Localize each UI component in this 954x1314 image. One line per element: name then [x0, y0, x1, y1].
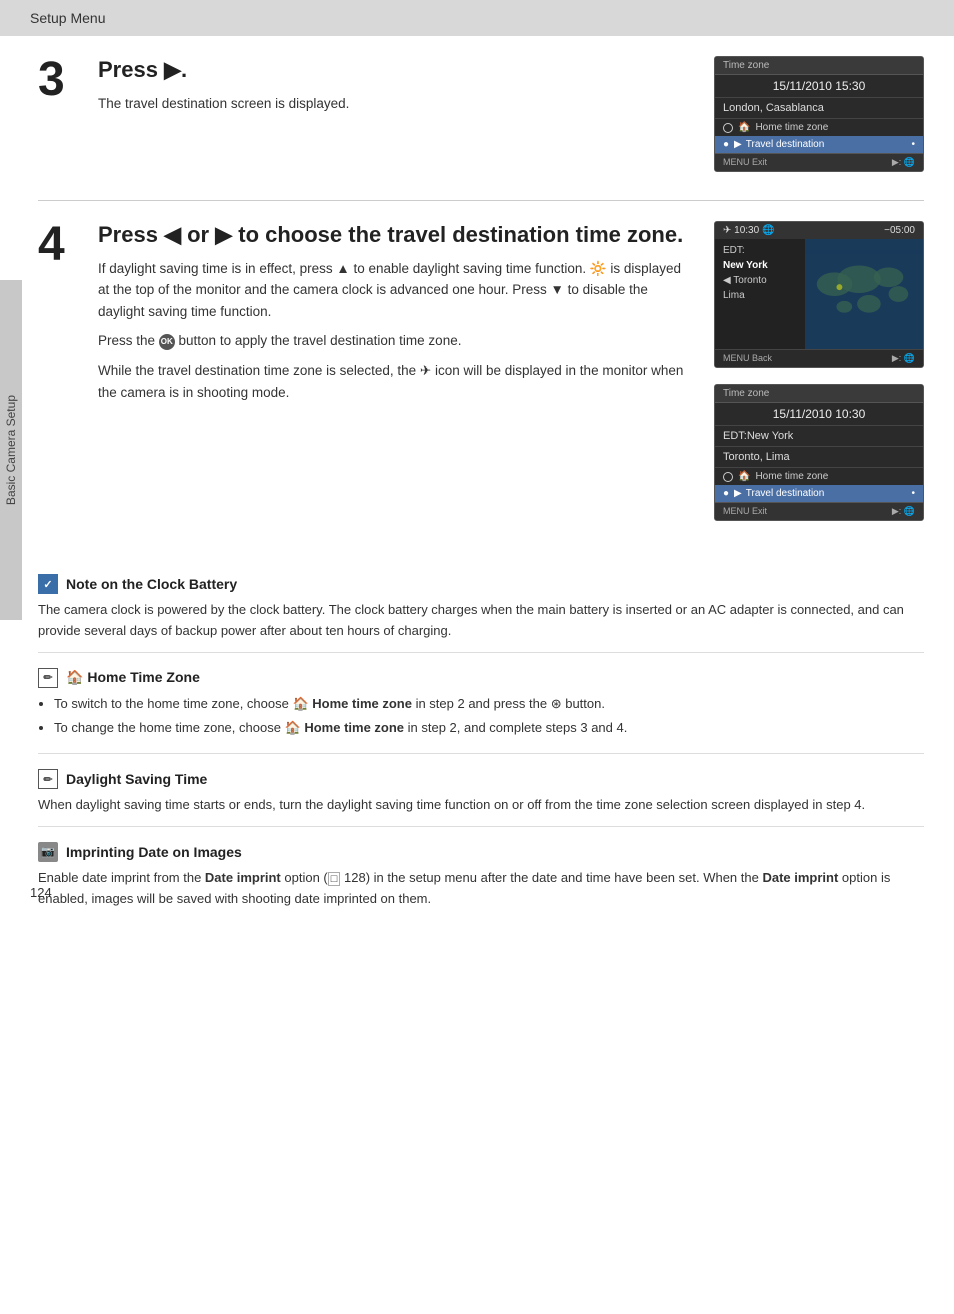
- radio-icon-2: [723, 472, 733, 482]
- step3-arrow: ▶: [164, 57, 181, 82]
- note-dst-icon: ✏: [38, 769, 58, 789]
- travel-arrow-icon: ▶: [734, 139, 742, 150]
- cam-ui-2-header: Time zone: [715, 385, 923, 403]
- cam-ui-map-header: ✈ 10:30 🌐 −05:00: [715, 222, 923, 239]
- selected-dot: ●: [723, 139, 729, 150]
- step4-desc3: While the travel destination time zone i…: [98, 360, 694, 403]
- note-clock-section: ✓ Note on the Clock Battery The camera c…: [38, 559, 924, 653]
- cam-ui-map-visual: [805, 239, 923, 349]
- travel-arrow-icon-2: ▶: [734, 488, 742, 499]
- cam-ui-2-row1: 🏠 Home time zone: [715, 468, 923, 485]
- cam-ui-1: Time zone 15/11/2010 15:30 London, Casab…: [714, 56, 924, 172]
- cam-ui-1-footer: MENU Exit ▶: 🌐: [715, 153, 923, 171]
- cam-ui-2-footer: MENU Exit ▶: 🌐: [715, 502, 923, 520]
- step3-content: Press ▶. The travel destination screen i…: [98, 56, 694, 180]
- note-clock-body: The camera clock is powered by the clock…: [38, 600, 924, 642]
- note-home-bullet1: To switch to the home time zone, choose …: [54, 694, 924, 715]
- ok-btn-inline: OK: [159, 334, 175, 350]
- cam-ui-map-list: EDT: New York ◀ Toronto Lima: [715, 239, 805, 349]
- page-number: 124: [30, 885, 52, 900]
- cam-ui-2-date: 15/11/2010 10:30: [715, 403, 923, 426]
- step3-title: Press ▶.: [98, 56, 694, 85]
- note-home-section: ✏ 🏠 🏠 Home Time ZoneHome Time Zone To sw…: [38, 653, 924, 755]
- cam-ui-1-date: 15/11/2010 15:30: [715, 75, 923, 98]
- dot-indicator-2: •: [911, 488, 915, 499]
- cam-ui-1-header: Time zone: [715, 57, 923, 75]
- step3-image: Time zone 15/11/2010 15:30 London, Casab…: [714, 56, 924, 180]
- note-imprint-icon: 📷: [38, 842, 58, 862]
- city-newyork: New York: [719, 258, 801, 273]
- note-home-title: ✏ 🏠 🏠 Home Time ZoneHome Time Zone: [38, 668, 924, 688]
- cam-ui-1-location: London, Casablanca: [715, 98, 923, 119]
- cam-ui-2-location2: Toronto, Lima: [715, 447, 923, 468]
- selected-dot-2: ●: [723, 488, 729, 499]
- dot-indicator: •: [911, 139, 915, 150]
- cam-ui-1-row2: ● ▶ Travel destination •: [715, 136, 923, 153]
- home-time-zone-bold-2: 🏠 Home time zone: [285, 720, 404, 735]
- city-edt: EDT:: [719, 243, 801, 258]
- step4-desc2: Press the OK button to apply the travel …: [98, 330, 694, 352]
- step4-desc: If daylight saving time is in effect, pr…: [98, 258, 694, 404]
- step4-number: 4: [38, 221, 78, 529]
- note-imprint-title: 📷 Imprinting Date on Images: [38, 842, 924, 862]
- date-imprint-bold-1: Date imprint: [205, 870, 281, 885]
- note-dst-body: When daylight saving time starts or ends…: [38, 795, 924, 816]
- note-clock-title: ✓ Note on the Clock Battery: [38, 574, 924, 594]
- note-home-icon: ✏: [38, 668, 58, 688]
- home-time-zone-bold-1: 🏠 Home time zone: [292, 696, 411, 711]
- radio-icon-1: [723, 123, 733, 133]
- city-lima: Lima: [719, 288, 801, 303]
- step4-section: 4 Press ◀ or ▶ to choose the travel dest…: [38, 201, 924, 549]
- cam-ui-2: Time zone 15/11/2010 10:30 EDT:New York …: [714, 384, 924, 521]
- cam-ui-map-footer: MENU Back ▶: 🌐: [715, 349, 923, 367]
- note-home-bullet2: To change the home time zone, choose 🏠 H…: [54, 718, 924, 739]
- header-bar: Setup Menu: [0, 0, 954, 36]
- note-imprint-body: Enable date imprint from the Date imprin…: [38, 868, 924, 910]
- note-dst-title: ✏ Daylight Saving Time: [38, 769, 924, 789]
- note-dst-section: ✏ Daylight Saving Time When daylight sav…: [38, 754, 924, 827]
- cam-ui-2-location1: EDT:New York: [715, 426, 923, 447]
- world-map-svg: [805, 239, 923, 349]
- step3-desc: The travel destination screen is display…: [98, 93, 694, 115]
- note-clock-icon: ✓: [38, 574, 58, 594]
- step4-desc1: If daylight saving time is in effect, pr…: [98, 258, 694, 323]
- step3-section: 3 Press ▶. The travel destination screen…: [38, 36, 924, 201]
- cam-ui-2-row2: ● ▶ Travel destination •: [715, 485, 923, 502]
- home-icon-1: 🏠: [738, 122, 750, 133]
- cam-ui-1-row1: 🏠 Home time zone: [715, 119, 923, 136]
- header-title: Setup Menu: [30, 10, 106, 26]
- note-home-body: To switch to the home time zone, choose …: [38, 694, 924, 740]
- note-imprint-section: 📷 Imprinting Date on Images Enable date …: [38, 827, 924, 920]
- step4-images: ✈ 10:30 🌐 −05:00 EDT: New York ◀ Toronto…: [714, 221, 924, 529]
- home-icon-2: 🏠: [738, 471, 750, 482]
- cam-ui-map-body: EDT: New York ◀ Toronto Lima: [715, 239, 923, 349]
- date-imprint-bold-2: Date imprint: [762, 870, 838, 885]
- city-toronto: ◀ Toronto: [719, 273, 801, 288]
- cam-ui-map: ✈ 10:30 🌐 −05:00 EDT: New York ◀ Toronto…: [714, 221, 924, 368]
- step4-content: Press ◀ or ▶ to choose the travel destin…: [98, 221, 694, 529]
- step4-title: Press ◀ or ▶ to choose the travel destin…: [98, 221, 694, 250]
- step3-number: 3: [38, 56, 78, 180]
